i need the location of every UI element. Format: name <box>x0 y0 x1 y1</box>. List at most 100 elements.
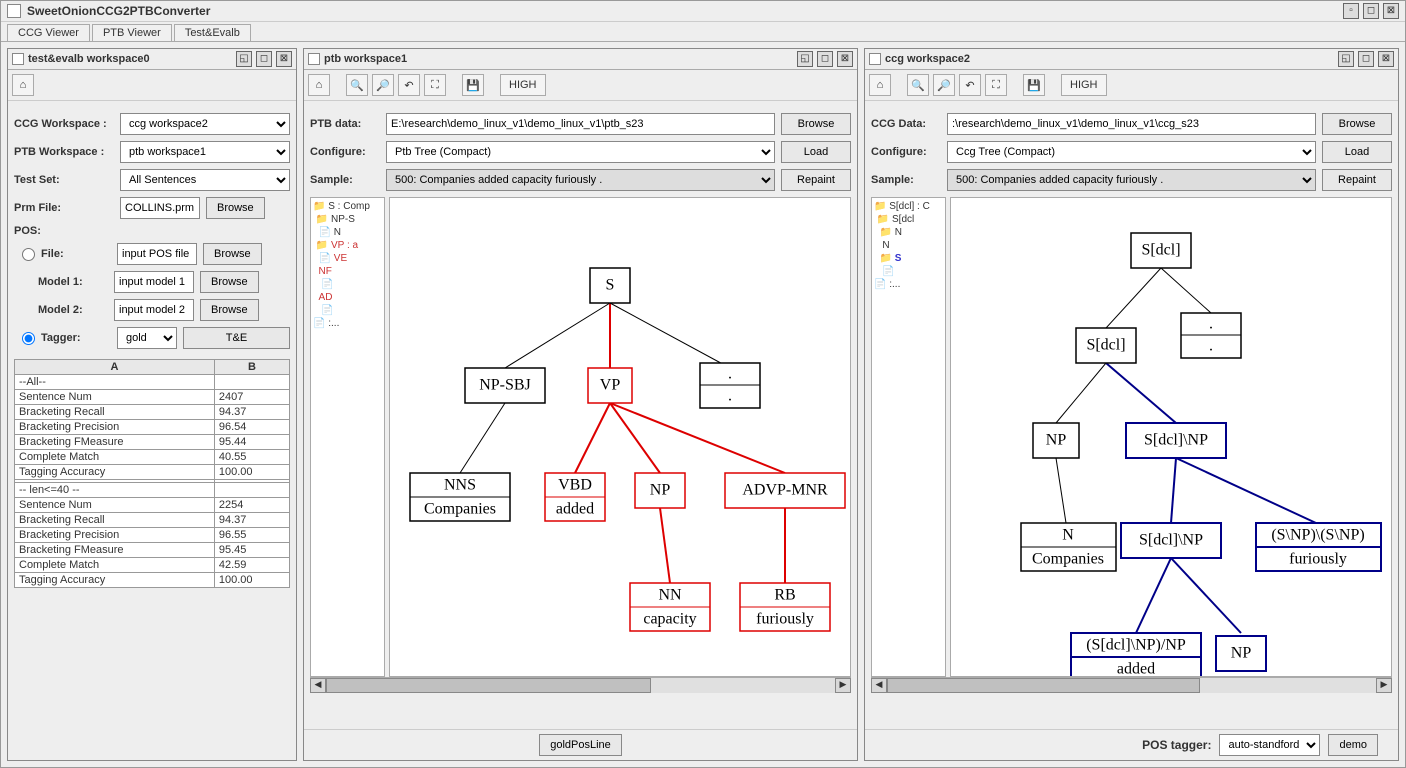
svg-text:furiously: furiously <box>1289 551 1347 568</box>
ptb-repaint-button[interactable]: Repaint <box>781 169 851 191</box>
panel-title: test&evalb workspace0 <box>28 53 236 65</box>
restore-icon[interactable]: ◱ <box>797 51 813 67</box>
pos-file-input[interactable] <box>117 243 197 265</box>
close-icon[interactable]: ⊠ <box>1383 3 1399 19</box>
pos-tagger-select[interactable]: auto-standford <box>1219 734 1320 756</box>
ccg-load-button[interactable]: Load <box>1322 141 1392 163</box>
ccg-sample-label: Sample: <box>871 174 941 186</box>
high-button[interactable]: HIGH <box>500 74 546 96</box>
close-icon[interactable]: ⊠ <box>1378 51 1394 67</box>
zoom-in-icon[interactable]: 🔍 <box>346 74 368 96</box>
ccg-ws-select[interactable]: ccg workspace2 <box>120 113 290 135</box>
ccg-sample-select[interactable]: 500: Companies added capacity furiously … <box>947 169 1316 191</box>
undo-icon[interactable]: ↶ <box>959 74 981 96</box>
minimize-icon[interactable]: ▫ <box>1343 3 1359 19</box>
ptb-configure-select[interactable]: Ptb Tree (Compact) <box>386 141 775 163</box>
tab-ptb-viewer[interactable]: PTB Viewer <box>92 24 172 41</box>
model2-input[interactable] <box>114 299 194 321</box>
table-row: Sentence Num2407 <box>15 390 290 405</box>
test-set-select[interactable]: All Sentences <box>120 169 290 191</box>
ccg-panel: ccg workspace2 ◱ ◻ ⊠ ⌂ 🔍 🔎 ↶ ⛶ 💾 HIGH <box>864 48 1399 761</box>
ptb-ws-label: PTB Workspace : <box>14 146 114 158</box>
h-scrollbar[interactable]: ◀▶ <box>310 677 851 693</box>
zoom-in-icon[interactable]: 🔍 <box>907 74 929 96</box>
ptb-load-button[interactable]: Load <box>781 141 851 163</box>
svg-text:S[dcl]\NP: S[dcl]\NP <box>1139 532 1203 549</box>
svg-text:S: S <box>606 277 615 294</box>
file-label: File: <box>41 248 111 260</box>
svg-text:S[dcl]\NP: S[dcl]\NP <box>1144 432 1208 449</box>
file-radio[interactable] <box>22 248 35 261</box>
restore-icon[interactable]: ◱ <box>236 51 252 67</box>
svg-text:.: . <box>1209 316 1213 333</box>
te-button[interactable]: T&E <box>183 327 290 349</box>
svg-text:S[dcl]: S[dcl] <box>1141 242 1180 259</box>
model1-browse-button[interactable]: Browse <box>200 271 259 293</box>
undo-icon[interactable]: ↶ <box>398 74 420 96</box>
main-tab-bar: CCG Viewer PTB Viewer Test&Evalb <box>1 22 1405 42</box>
h-scrollbar[interactable]: ◀▶ <box>871 677 1392 693</box>
table-row: --All-- <box>15 375 290 390</box>
svg-text:VP: VP <box>600 377 621 394</box>
maximize-icon[interactable]: ◻ <box>817 51 833 67</box>
app-titlebar: SweetOnionCCG2PTBConverter ▫ ◻ ⊠ <box>1 1 1405 22</box>
svg-text:NNS: NNS <box>444 477 476 494</box>
ccg-data-input[interactable] <box>947 113 1316 135</box>
ptb-browse-button[interactable]: Browse <box>781 113 851 135</box>
fit-icon[interactable]: ⛶ <box>424 74 446 96</box>
fit-icon[interactable]: ⛶ <box>985 74 1007 96</box>
tagger-select[interactable]: gold <box>117 327 177 349</box>
ptb-data-input[interactable] <box>386 113 775 135</box>
maximize-icon[interactable]: ◻ <box>1363 3 1379 19</box>
high-button[interactable]: HIGH <box>1061 74 1107 96</box>
svg-text:NN: NN <box>658 587 682 604</box>
pos-file-browse-button[interactable]: Browse <box>203 243 262 265</box>
prm-browse-button[interactable]: Browse <box>206 197 265 219</box>
goldposline-button[interactable]: goldPosLine <box>539 734 622 756</box>
svg-text:Companies: Companies <box>424 501 496 518</box>
zoom-out-icon[interactable]: 🔎 <box>933 74 955 96</box>
ccg-repaint-button[interactable]: Repaint <box>1322 169 1392 191</box>
tagger-radio[interactable] <box>22 332 35 345</box>
maximize-icon[interactable]: ◻ <box>1358 51 1374 67</box>
home-icon[interactable]: ⌂ <box>869 74 891 96</box>
tab-ccg-viewer[interactable]: CCG Viewer <box>7 24 90 41</box>
ptb-panel: ptb workspace1 ◱ ◻ ⊠ ⌂ 🔍 🔎 ↶ ⛶ 💾 HIGH <box>303 48 858 761</box>
svg-text:added: added <box>1117 661 1155 677</box>
svg-text:(S\NP)\(S\NP): (S\NP)\(S\NP) <box>1271 527 1364 544</box>
svg-text:added: added <box>556 501 594 518</box>
demo-button[interactable]: demo <box>1328 734 1378 756</box>
svg-text:(S[dcl]\NP)/NP: (S[dcl]\NP)/NP <box>1086 637 1186 654</box>
save-icon[interactable]: 💾 <box>462 74 484 96</box>
ccg-configure-select[interactable]: Ccg Tree (Compact) <box>947 141 1316 163</box>
ccg-browse-button[interactable]: Browse <box>1322 113 1392 135</box>
home-icon[interactable]: ⌂ <box>12 74 34 96</box>
table-row: Tagging Accuracy100.00 <box>15 573 290 588</box>
test-set-label: Test Set: <box>14 174 114 186</box>
prm-file-input[interactable] <box>120 197 200 219</box>
svg-text:VBD: VBD <box>558 477 592 494</box>
ccg-tree-canvas[interactable]: S[dcl] S[dcl] . . <box>950 197 1392 677</box>
ptb-ws-select[interactable]: ptb workspace1 <box>120 141 290 163</box>
maximize-icon[interactable]: ◻ <box>256 51 272 67</box>
table-row: Tagging Accuracy100.00 <box>15 465 290 480</box>
ccg-tree-explorer[interactable]: 📁 S[dcl] : C 📁 S[dcl 📁 N N 📁 S 📄 📄 :... <box>871 197 946 677</box>
ptb-tree-explorer[interactable]: 📁 S : Comp 📁 NP-S 📄 N 📁 VP : a 📄 VE NF 📄… <box>310 197 385 677</box>
restore-icon[interactable]: ◱ <box>1338 51 1354 67</box>
pos-tagger-label: POS tagger: <box>1142 738 1211 752</box>
table-row: Sentence Num2254 <box>15 498 290 513</box>
close-icon[interactable]: ⊠ <box>837 51 853 67</box>
tab-test-evalb[interactable]: Test&Evalb <box>174 24 251 41</box>
model2-browse-button[interactable]: Browse <box>200 299 259 321</box>
ptb-tree-canvas[interactable]: S NP-SBJ VP <box>389 197 851 677</box>
model1-input[interactable] <box>114 271 194 293</box>
close-icon[interactable]: ⊠ <box>276 51 292 67</box>
panel-icon <box>869 53 881 65</box>
table-row: Bracketing Precision96.55 <box>15 528 290 543</box>
home-icon[interactable]: ⌂ <box>308 74 330 96</box>
save-icon[interactable]: 💾 <box>1023 74 1045 96</box>
zoom-out-icon[interactable]: 🔎 <box>372 74 394 96</box>
ptb-sample-select[interactable]: 500: Companies added capacity furiously … <box>386 169 775 191</box>
tagger-label: Tagger: <box>41 332 111 344</box>
table-row: Bracketing Precision96.54 <box>15 420 290 435</box>
